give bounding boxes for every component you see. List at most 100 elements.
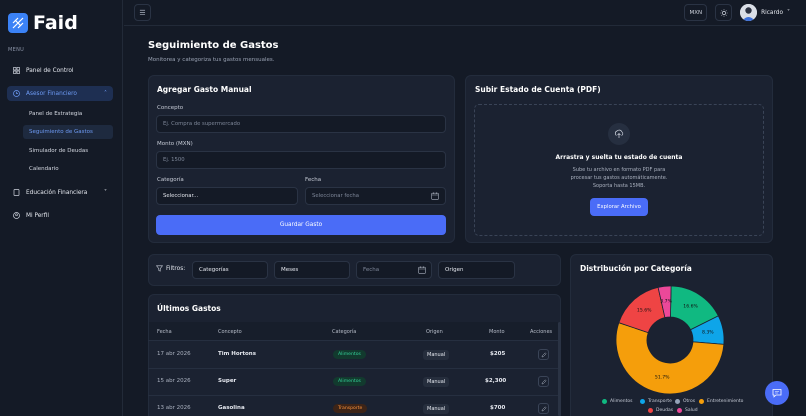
legend-label: Alimentos <box>610 399 633 404</box>
edit-icon <box>541 351 547 357</box>
category-badge: Alimentos <box>333 350 366 359</box>
edit-button[interactable] <box>538 349 549 360</box>
sidebar-item-label: Panel de Control <box>26 67 74 74</box>
filter-categories[interactable]: Categorías <box>192 261 268 279</box>
save-expense-button[interactable]: Guardar Gasto <box>156 215 446 235</box>
clock-icon <box>13 90 20 97</box>
chevron-down-icon: ˅ <box>787 9 790 16</box>
concept-label: Concepto <box>157 105 184 111</box>
page-subtitle: Monitorea y categoriza tus gastos mensua… <box>148 57 275 63</box>
th-concept: Concepto <box>218 329 242 335</box>
slice-label: 15.6% <box>636 308 652 314</box>
sidebar-item-label: Mi Perfil <box>26 212 49 219</box>
cell-amount: $205 <box>490 351 506 357</box>
legend-dot <box>675 399 680 404</box>
upload-line3: Soporta hasta 15MB. <box>592 183 646 189</box>
filter-date-label: Fecha <box>363 267 380 273</box>
logo[interactable]: Faid <box>8 12 78 34</box>
expenses-title: Últimos Gastos <box>157 304 221 313</box>
calendar-icon <box>418 266 426 274</box>
currency-button[interactable]: MXN <box>684 4 708 21</box>
row-divider <box>148 395 560 396</box>
legend-dot <box>677 408 682 413</box>
filter-origin[interactable]: Origen <box>438 261 515 279</box>
table-scrollbar[interactable] <box>558 322 561 416</box>
legend-item[interactable]: Otros <box>675 399 695 404</box>
filter-icon <box>156 265 163 272</box>
amount-input[interactable]: Ej. 1500 <box>156 151 446 169</box>
origin-badge: Manual <box>423 350 450 360</box>
chevron-up-icon: ˄ <box>104 90 107 97</box>
sidebar-subitem-label: Seguimiento de Gastos <box>29 129 93 135</box>
menu-toggle-button[interactable]: ☰ <box>134 4 151 21</box>
sun-icon <box>719 8 728 17</box>
legend-dot <box>640 399 645 404</box>
sidebar-item-asesor-financiero[interactable]: Asesor Financiero ˄ <box>7 86 113 101</box>
legend-label: Salud <box>685 408 698 413</box>
date-input-placeholder: Seleccionar fecha <box>312 193 359 199</box>
upload-line1: Sube tu archivo en formato PDF para <box>572 167 666 173</box>
edit-button[interactable] <box>538 376 549 387</box>
chat-button[interactable] <box>765 381 789 405</box>
sidebar-subitem-seguimiento-de-gastos[interactable]: Seguimiento de Gastos <box>23 125 113 139</box>
sidebar-item-panel-de-control[interactable]: Panel de Control <box>7 63 113 78</box>
th-actions: Acciones <box>530 329 553 335</box>
sidebar-subitem-simulador-de-deudas[interactable]: Simulador de Deudas <box>23 144 113 158</box>
legend-item[interactable]: Deudas <box>648 408 673 413</box>
cell-amount: $700 <box>490 405 506 411</box>
th-origin: Origen <box>426 329 443 335</box>
slice-label: 8.3% <box>701 330 714 336</box>
slice-label: 3.7% <box>660 299 672 305</box>
filters-label: Filtros: <box>166 265 186 272</box>
upload-heading: Arrastra y suelta tu estado de cuenta <box>555 154 683 161</box>
sidebar-item-educacion-financiera[interactable]: Educación Financiera ˅ <box>7 185 113 200</box>
category-badge: Alimentos <box>333 377 366 386</box>
slice-label: 51.7% <box>654 375 670 381</box>
cell-amount: $2,300 <box>485 378 507 384</box>
date-input[interactable]: Seleccionar fecha <box>305 187 446 205</box>
category-select-value: Seleccionar... <box>163 193 199 199</box>
category-badge: Transporte <box>333 404 368 413</box>
topbar-actions: MXN Ricardo ˅ <box>684 4 790 21</box>
legend-dot <box>699 399 704 404</box>
legend-item[interactable]: Salud <box>677 408 698 413</box>
edit-icon <box>541 405 547 411</box>
legend-label: Entretenimiento <box>707 399 744 404</box>
legend-item[interactable]: Transporte <box>640 399 672 404</box>
sidebar-item-label: Educación Financiera <box>26 189 88 196</box>
legend-dot <box>648 408 653 413</box>
date-label: Fecha <box>305 177 322 183</box>
edit-button[interactable] <box>538 403 549 414</box>
sidebar-item-label: Asesor Financiero <box>26 90 77 97</box>
category-label: Categoría <box>157 177 184 183</box>
menu-label: MENU <box>8 47 25 53</box>
hamburger-icon: ☰ <box>139 8 146 17</box>
cell-date: 15 abr 2026 <box>157 378 191 384</box>
page-title: Seguimiento de Gastos <box>148 40 279 51</box>
legend-item[interactable]: Alimentos <box>602 399 632 404</box>
cell-concept: Super <box>218 378 237 384</box>
th-date: Fecha <box>157 329 172 335</box>
topbar: ☰ MXN Ricardo ˅ <box>124 0 806 26</box>
user-menu[interactable]: Ricardo ˅ <box>740 4 790 21</box>
cell-date: 13 abr 2026 <box>157 405 191 411</box>
filter-months[interactable]: Meses <box>274 261 350 279</box>
calendar-icon <box>431 192 439 200</box>
th-category: Categoría <box>332 329 357 335</box>
cell-concept: Tim Hortons <box>218 351 256 357</box>
sidebar-item-mi-perfil[interactable]: Mi Perfil <box>7 208 113 223</box>
category-select[interactable]: Seleccionar... <box>156 187 298 205</box>
sidebar-subitem-calendario[interactable]: Calendario <box>23 162 113 176</box>
sidebar-subitem-panel-de-estrategia[interactable]: Panel de Estrategia <box>23 107 113 121</box>
filter-date[interactable]: Fecha <box>356 261 432 279</box>
concept-input[interactable]: Ej. Compra de supermercado <box>156 115 446 133</box>
logo-icon <box>8 13 28 33</box>
cell-concept: Gasolina <box>218 405 245 411</box>
theme-toggle-button[interactable] <box>715 4 733 21</box>
amount-label: Monto (MXN) <box>157 141 193 147</box>
legend-item[interactable]: Entretenimiento <box>699 399 743 404</box>
browse-file-button[interactable]: Explorar Archivo <box>590 198 648 216</box>
sidebar: Faid MENU Panel de Control Asesor Financ… <box>0 0 123 416</box>
upload-line2: procesar tus gastos automáticamente. <box>570 175 668 181</box>
upload-title: Subir Estado de Cuenta (PDF) <box>475 85 601 94</box>
